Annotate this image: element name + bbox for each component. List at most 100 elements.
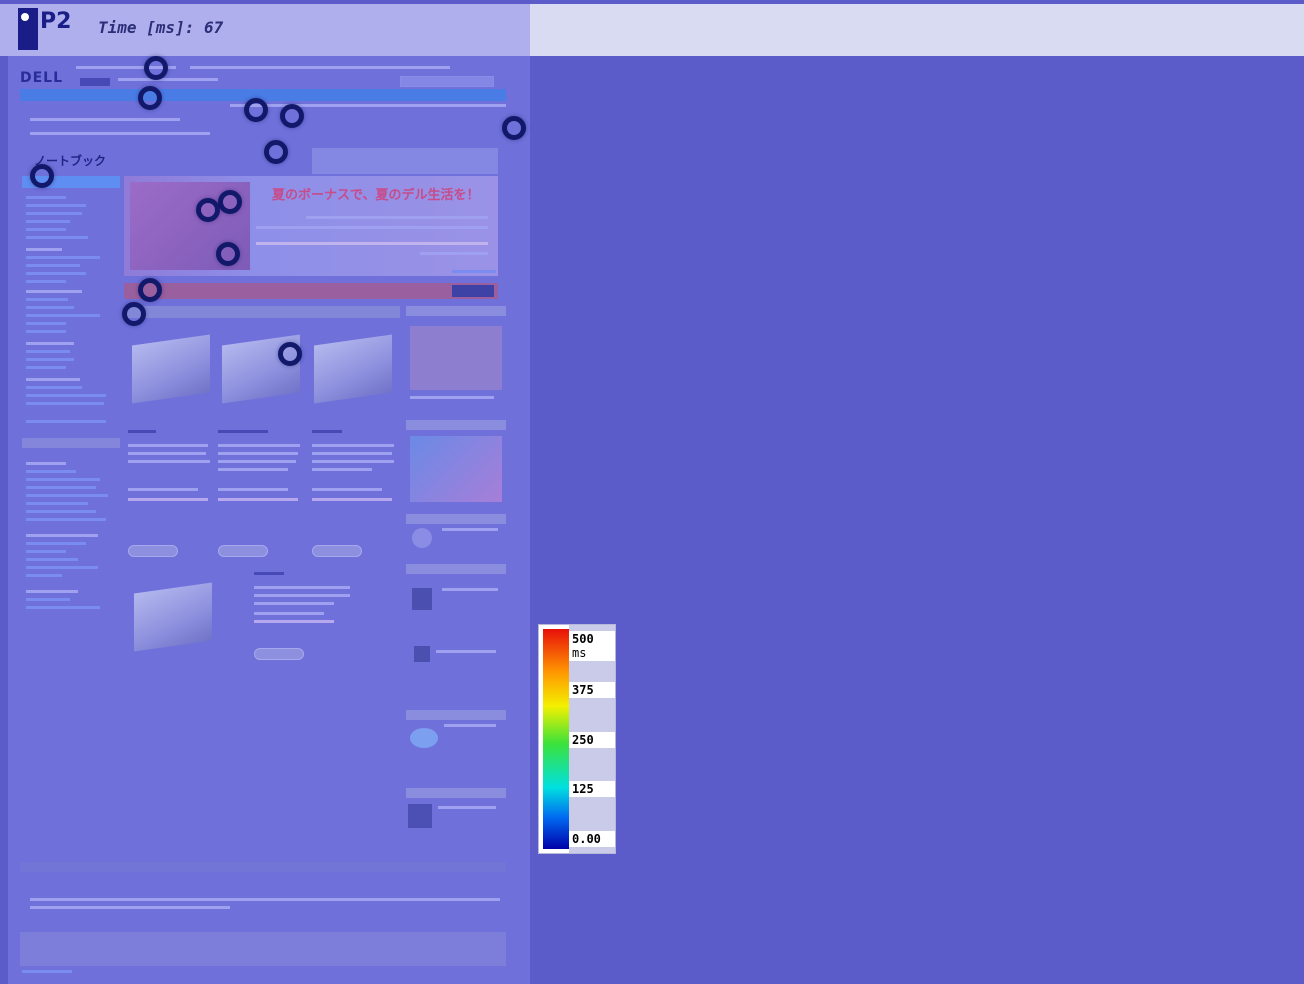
sidebar-link[interactable] xyxy=(26,598,70,601)
sidebar-link[interactable] xyxy=(26,272,86,275)
coupon-banner[interactable] xyxy=(124,283,498,299)
sidebar-link[interactable] xyxy=(26,558,78,561)
legend-min: 0.00 xyxy=(569,831,615,847)
sidebar-group-label xyxy=(26,290,82,293)
right-col-heading xyxy=(406,788,506,798)
product-name xyxy=(218,430,268,433)
sidebar-subheading xyxy=(22,438,120,448)
sidebar-link[interactable] xyxy=(26,236,88,239)
sidebar-link[interactable] xyxy=(26,486,96,489)
sidebar-link[interactable] xyxy=(26,196,66,199)
legend-unit: ms xyxy=(569,645,615,661)
sidebar-link[interactable] xyxy=(26,264,80,267)
coupon-button[interactable] xyxy=(452,285,494,297)
sidebar-link[interactable] xyxy=(26,606,100,609)
sidebar-link[interactable] xyxy=(26,212,82,215)
product-price xyxy=(254,620,334,623)
product-desc xyxy=(218,460,296,463)
footer-link[interactable] xyxy=(22,970,72,973)
promo-notice[interactable] xyxy=(312,148,498,174)
sidebar-group-label xyxy=(26,248,62,251)
sidebar-link[interactable] xyxy=(26,420,106,423)
vista-icon xyxy=(412,528,432,548)
product-detail-button[interactable] xyxy=(254,648,304,660)
gaze-marker xyxy=(138,86,162,110)
sidebar-link[interactable] xyxy=(26,402,104,405)
support-icon xyxy=(410,728,438,748)
right-col-heading xyxy=(406,564,506,574)
product-section-bar xyxy=(124,306,400,318)
gaze-marker xyxy=(502,116,526,140)
sidebar-link[interactable] xyxy=(26,350,70,353)
sidebar-link[interactable] xyxy=(26,510,96,513)
sidebar-link[interactable] xyxy=(26,394,106,397)
sidebar-link[interactable] xyxy=(26,228,66,231)
search-input[interactable] xyxy=(400,76,494,87)
sidebar-link[interactable] xyxy=(26,386,82,389)
product-desc xyxy=(312,444,394,447)
protect-your-pc-ad[interactable] xyxy=(410,326,502,390)
gaze-marker xyxy=(138,278,162,302)
sidebar-link[interactable] xyxy=(26,478,100,481)
sidebar-link[interactable] xyxy=(26,542,86,545)
product-desc xyxy=(128,460,210,463)
right-col-text xyxy=(442,528,498,531)
time-color-legend: 500 ms 375 250 125 0.00 xyxy=(538,624,616,854)
sidebar-link[interactable] xyxy=(26,502,88,505)
sidebar-link[interactable] xyxy=(26,518,106,521)
subnav-links[interactable] xyxy=(230,104,506,107)
sidebar-link[interactable] xyxy=(26,470,76,473)
sidebar-link[interactable] xyxy=(26,566,98,569)
footer-breadcrumb[interactable] xyxy=(20,862,506,872)
dell-logo: DELL xyxy=(20,70,64,86)
sidebar-link[interactable] xyxy=(26,298,68,301)
footer-note xyxy=(30,898,500,901)
product-desc xyxy=(254,602,334,605)
right-col-text xyxy=(444,724,496,727)
product-price xyxy=(128,498,208,501)
breadcrumb[interactable] xyxy=(30,132,210,135)
sidebar-link[interactable] xyxy=(26,204,86,207)
sidebar-link[interactable] xyxy=(26,366,66,369)
hero-more-link[interactable] xyxy=(452,270,496,273)
copyright-footer xyxy=(20,932,506,966)
gaze-marker xyxy=(122,302,146,326)
gaze-marker xyxy=(264,140,288,164)
gaze-marker xyxy=(278,342,302,366)
coupon-ad[interactable] xyxy=(410,436,502,502)
sidebar-link[interactable] xyxy=(26,256,100,259)
sidebar-group-label xyxy=(26,462,66,465)
sidebar-link[interactable] xyxy=(26,330,66,333)
product-detail-button[interactable] xyxy=(128,545,178,557)
sidebar-link[interactable] xyxy=(26,280,66,283)
hero-title: 夏のボーナスで、夏のデル生活を！ xyxy=(272,188,480,203)
product-detail-button[interactable] xyxy=(218,545,268,557)
windows-vista-line xyxy=(30,118,180,121)
qr-icon xyxy=(414,646,430,662)
sidebar-group-label xyxy=(26,590,78,593)
product-image-premium[interactable] xyxy=(314,334,392,404)
sidebar-link[interactable] xyxy=(26,550,66,553)
dell-box-icon xyxy=(408,804,432,828)
product-detail-button[interactable] xyxy=(312,545,362,557)
sidebar-link[interactable] xyxy=(26,314,100,317)
hero-text-line xyxy=(256,226,488,229)
nav-bar[interactable] xyxy=(20,89,506,101)
sidebar-group-label xyxy=(26,534,98,537)
nav-tab[interactable] xyxy=(80,78,110,86)
product-desc xyxy=(312,452,392,455)
product-desc xyxy=(218,452,298,455)
product-image-mobility[interactable] xyxy=(134,582,212,652)
sidebar-link[interactable] xyxy=(26,494,108,497)
sidebar-link[interactable] xyxy=(26,574,62,577)
sidebar-link[interactable] xyxy=(26,322,66,325)
sidebar-link[interactable] xyxy=(26,220,70,223)
sidebar-group-label xyxy=(26,378,80,381)
product-image-entry[interactable] xyxy=(132,334,210,404)
footer-note xyxy=(30,906,230,909)
product-desc xyxy=(128,452,206,455)
product-desc xyxy=(218,468,288,471)
sidebar-link[interactable] xyxy=(26,358,74,361)
sidebar-link[interactable] xyxy=(26,306,74,309)
app-logo: P2 xyxy=(14,6,74,52)
